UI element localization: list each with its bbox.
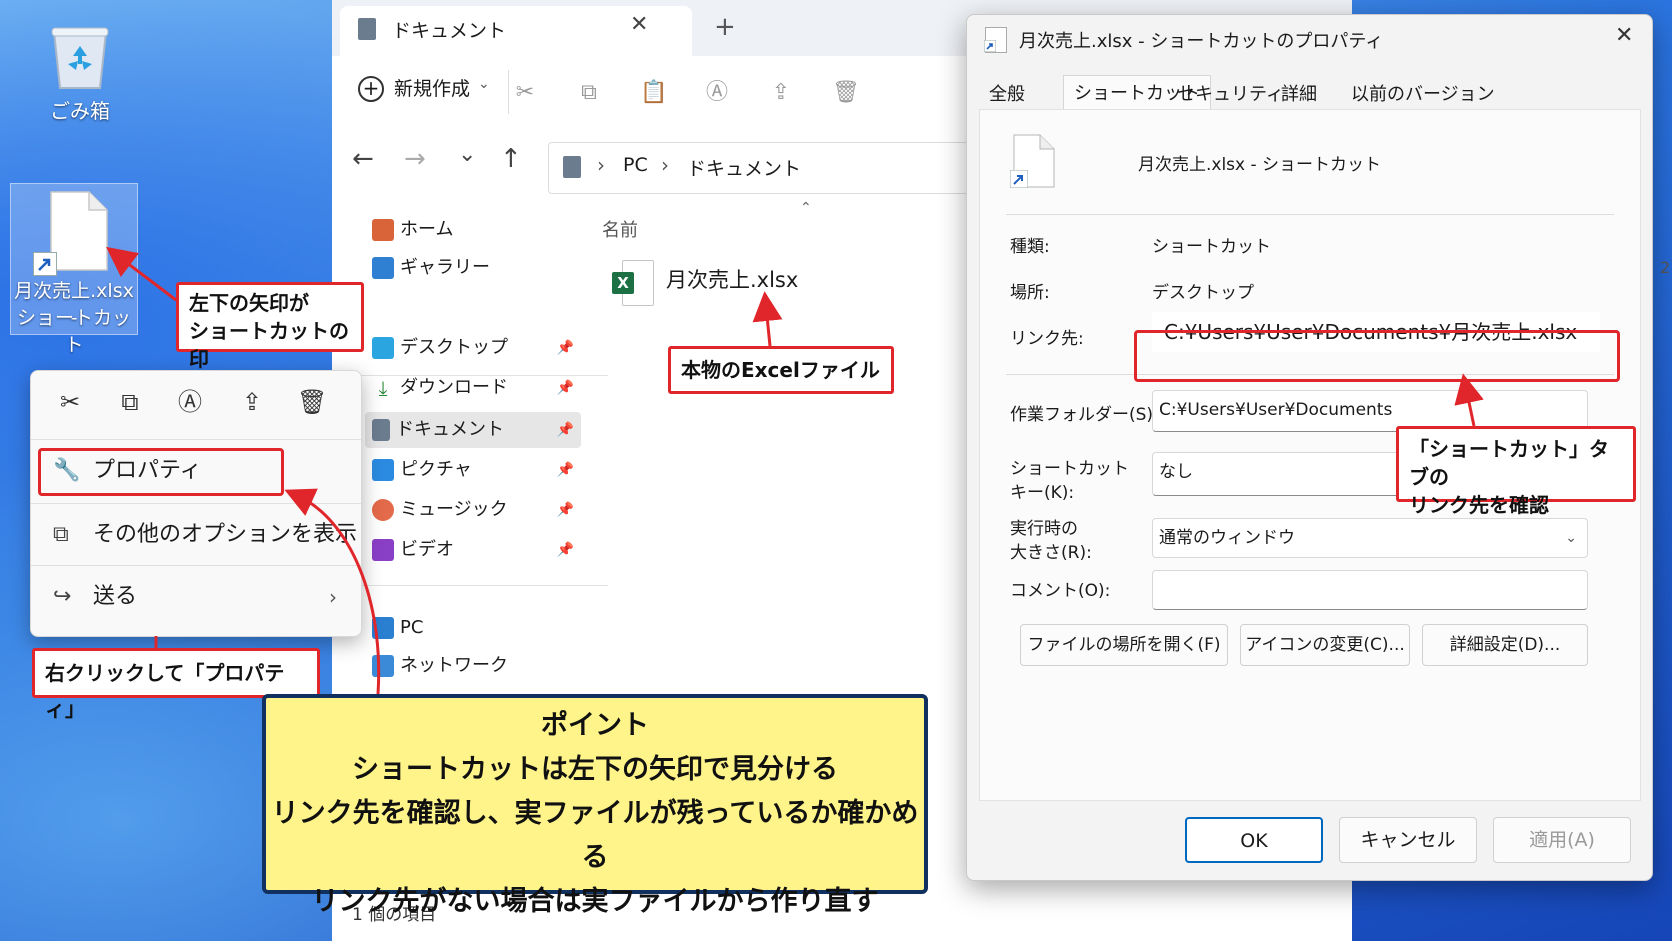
callout-arrow-mark: 左下の矢印が ショートカットの印: [176, 282, 364, 371]
callout-check-link-line1: 「ショートカット」タブの: [1409, 437, 1609, 489]
point-line-3: リンク先がない場合は実ファイルから作り直す: [311, 886, 879, 917]
point-line-2: リンク先を確認し、実ファイルが残っているか確かめる: [271, 798, 919, 873]
callout-check-link-line2: リンク先を確認: [1409, 493, 1549, 517]
point-line-1: ショートカットは左下の矢印で見分ける: [352, 754, 838, 785]
callout-check-link: 「ショートカット」タブの リンク先を確認: [1396, 426, 1636, 517]
callout-arrow-mark-line1: 左下の矢印が: [189, 291, 309, 315]
callout-arrow-mark-line2: ショートカットの印: [189, 319, 349, 371]
callout-real-file: 本物のExcelファイル: [668, 346, 894, 394]
point-summary-box: ポイント ショートカットは左下の矢印で見分ける リンク先を確認し、実ファイルが残…: [262, 694, 928, 917]
point-title: ポイント: [541, 710, 649, 741]
callout-right-click: 右クリックして「プロパティ」: [32, 648, 320, 721]
